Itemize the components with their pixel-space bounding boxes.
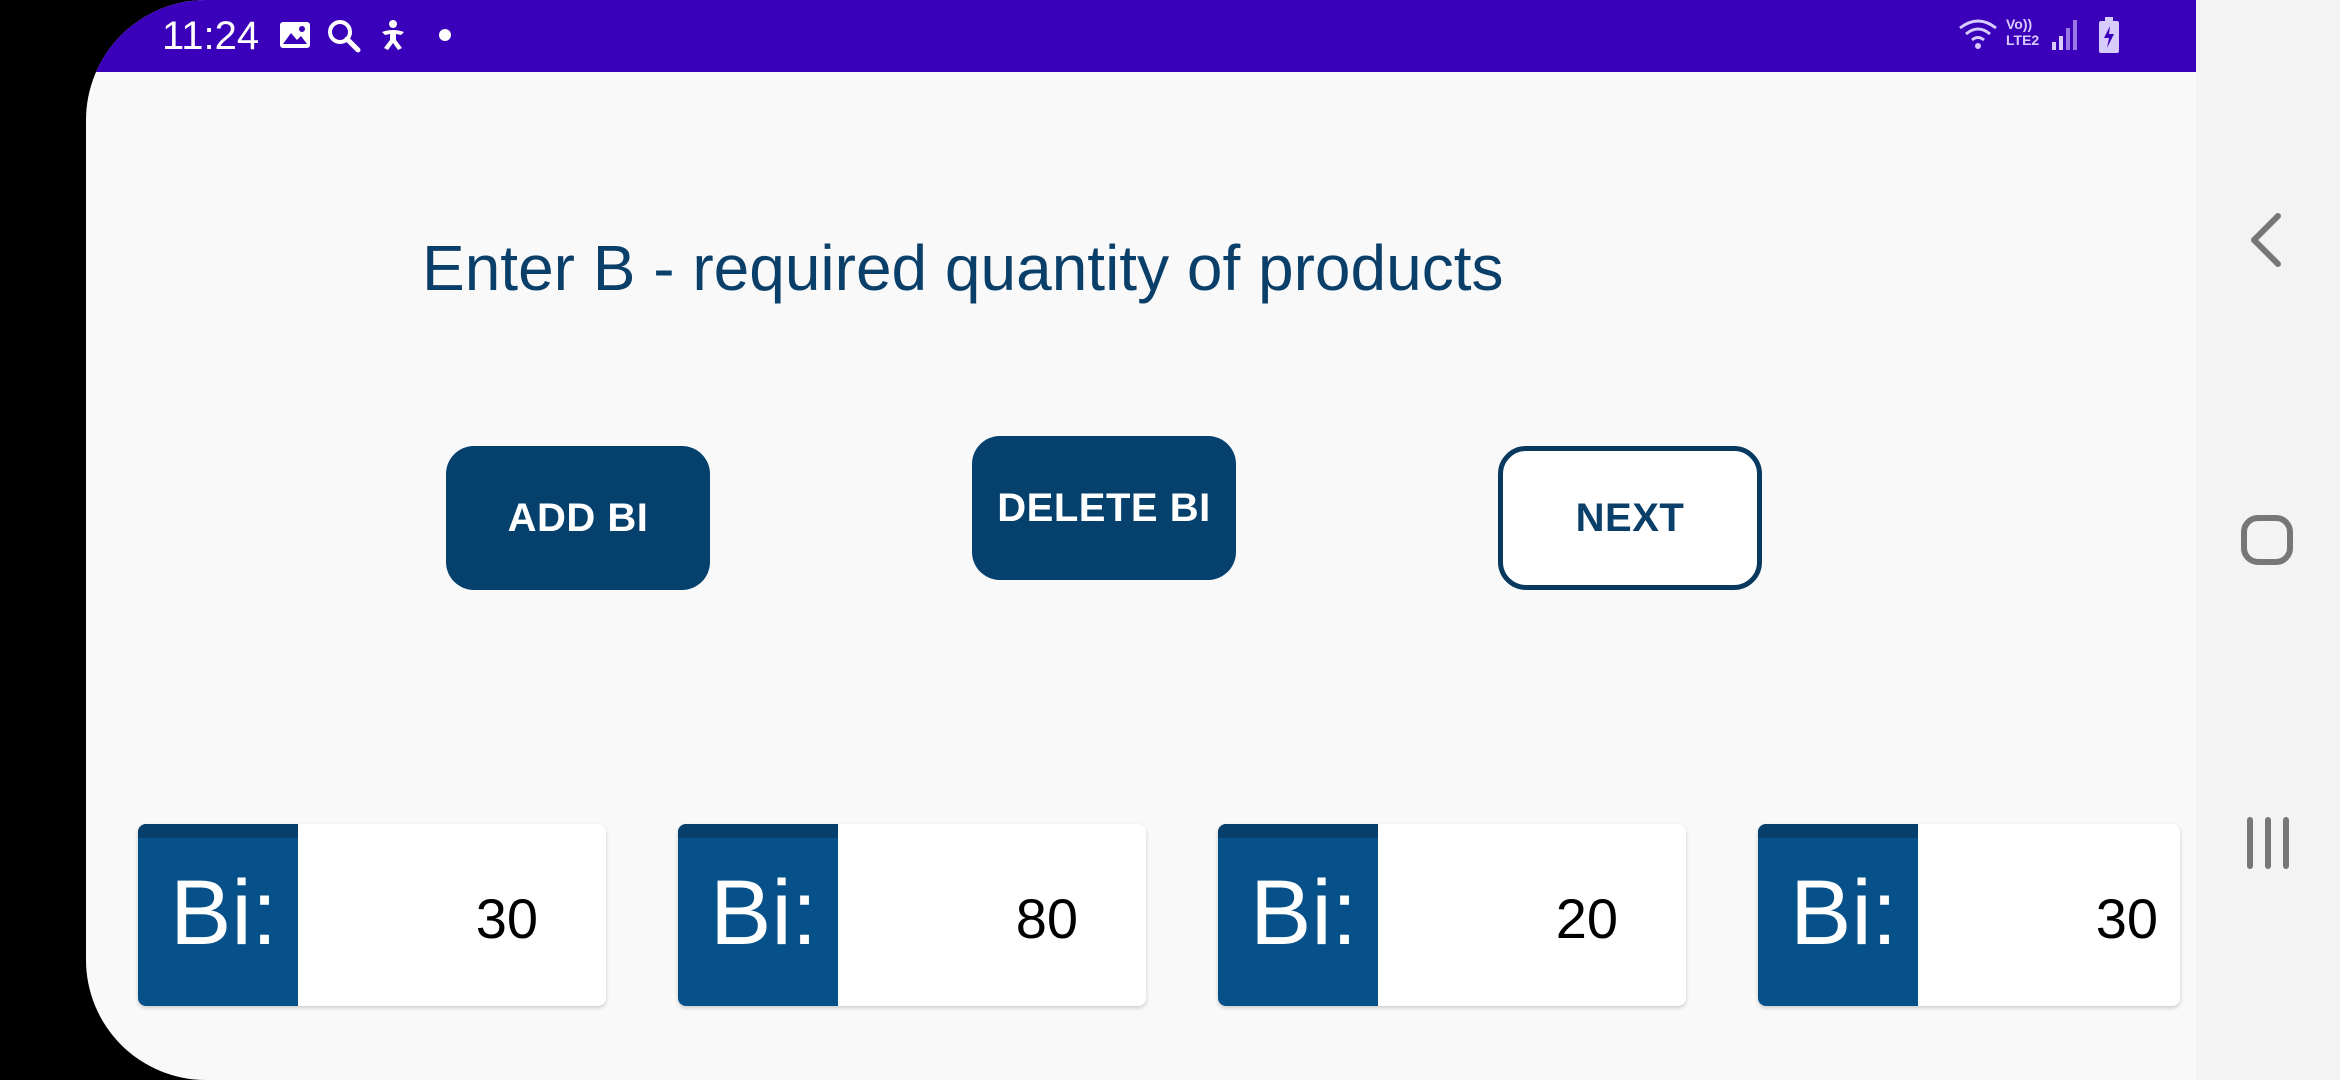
add-bi-button[interactable]: ADD BI: [446, 446, 710, 590]
search-icon: [326, 18, 362, 59]
bi-value-input[interactable]: 30: [476, 884, 538, 954]
next-button[interactable]: NEXT: [1498, 446, 1762, 590]
navigation-bar: [2196, 0, 2340, 1080]
volte-lte2-icon: Vo)) LTE2: [2006, 16, 2039, 48]
recents-icon[interactable]: [2232, 808, 2304, 880]
bi-input-card: Bi: 20: [1218, 824, 1686, 1006]
status-bar: 11:24 Vo)) LTE2: [86, 0, 2196, 72]
status-time: 11:24: [162, 14, 260, 58]
image-icon: [278, 18, 312, 57]
wifi-icon: [1956, 16, 2000, 57]
home-icon[interactable]: [2232, 504, 2304, 576]
bi-label: Bi:: [678, 824, 838, 1006]
bi-value-input[interactable]: 80: [1016, 884, 1078, 954]
bi-label: Bi:: [1758, 824, 1918, 1006]
signal-icon: [2050, 18, 2080, 57]
network-label-bottom: LTE2: [2006, 32, 2040, 48]
battery-charging-icon: [2098, 16, 2120, 59]
bi-label: Bi:: [138, 824, 298, 1006]
accessibility-icon: [376, 18, 410, 57]
bi-value-input[interactable]: 20: [1556, 884, 1618, 954]
bi-label: Bi:: [1218, 824, 1378, 1006]
page-title: Enter B - required quantity of products: [422, 232, 1504, 304]
app-screen: 11:24 Vo)) LTE2 Enter B - required quant…: [86, 0, 2196, 1080]
bi-input-card: Bi: 80: [678, 824, 1146, 1006]
network-label-top: Vo)): [2006, 16, 2033, 32]
delete-bi-button[interactable]: DELETE BI: [972, 436, 1236, 580]
dot-icon: [438, 28, 452, 47]
bi-input-card: Bi: 30: [138, 824, 606, 1006]
back-icon[interactable]: [2232, 204, 2304, 276]
bi-input-card: Bi: 30: [1758, 824, 2180, 1006]
bi-value-input[interactable]: 30: [2096, 884, 2158, 954]
